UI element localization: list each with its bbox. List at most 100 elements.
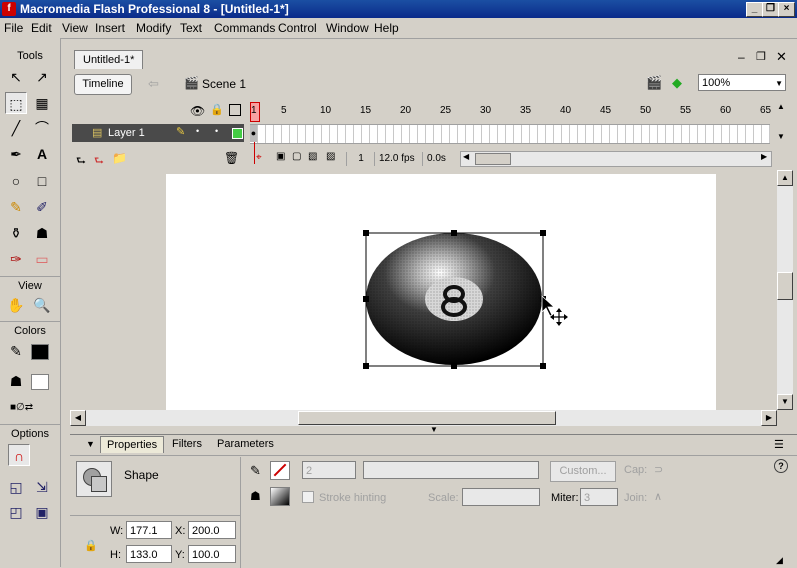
join-style-icon[interactable]: ∧ [654,490,662,503]
doc-restore-icon[interactable]: ❐ [756,50,766,63]
edit-symbols-icon[interactable]: ◆ [672,75,682,91]
menu-window[interactable]: Window [326,21,369,35]
timeline-toggle-button[interactable]: Timeline [74,74,132,95]
line-tool-icon[interactable]: ╱ [5,117,27,139]
scroll-left-icon[interactable]: ◀ [70,410,86,426]
menu-help[interactable]: Help [374,21,399,35]
menu-view[interactable]: View [62,21,88,35]
width-field[interactable]: 177.1 [126,521,172,539]
scale-icon[interactable]: ⇲ [31,476,53,498]
onion-outlines-icon[interactable]: ▢ [292,151,301,162]
envelope-icon[interactable]: ▣ [31,501,53,523]
insert-folder-icon[interactable]: 📁 [112,151,127,165]
pen-tool-icon[interactable]: ✒ [5,143,27,165]
fill-color-swatch[interactable] [31,374,49,390]
collapse-arrow-icon[interactable]: ▼ [86,439,95,449]
stroke-hinting-checkbox[interactable] [302,491,314,503]
edit-scene-icon[interactable]: 🎬 [646,75,662,91]
stroke-color-button[interactable] [270,461,290,480]
doc-minimize-icon[interactable]: – [738,50,745,64]
distort-icon[interactable]: ◰ [5,501,27,523]
resize-grip-icon[interactable]: ◢ [776,555,783,566]
ink-bottle-tool-icon[interactable]: ⚱ [5,222,27,244]
visible-dot-icon[interactable]: • [196,126,199,136]
rectangle-tool-icon[interactable]: □ [31,170,53,192]
keyframe[interactable]: ● [250,125,257,142]
timeline-scroll-thumb[interactable] [475,153,511,165]
vertical-scroll-thumb[interactable] [777,272,793,300]
fill-color-button[interactable] [270,487,290,506]
tab-properties[interactable]: Properties [100,436,165,453]
eyedropper-tool-icon[interactable]: ✑ [5,248,27,270]
stage[interactable] [166,174,716,410]
layer-color-icon[interactable] [232,128,243,139]
selection-tool-icon[interactable]: ↖ [5,66,27,88]
scale-select[interactable] [462,488,540,506]
gradient-transform-tool-icon[interactable]: ▦ [31,92,53,114]
swap-colors-icon[interactable]: ■∅⇄ [10,402,33,413]
doc-close-icon[interactable]: ✕ [776,49,787,65]
minimize-button[interactable]: _ [746,2,763,17]
x-field[interactable]: 200.0 [188,521,236,539]
insert-layer-icon[interactable]: ⮑ [76,152,86,171]
scroll-up-icon[interactable]: ▲ [777,102,785,111]
add-motion-guide-icon[interactable]: ⮑ [94,152,104,171]
menu-edit[interactable]: Edit [31,21,52,35]
delete-layer-icon[interactable]: 🗑 [224,151,239,165]
height-field[interactable]: 133.0 [126,545,172,563]
constrain-lock-icon[interactable]: 🔒 [84,539,98,552]
lasso-tool-icon[interactable]: ⌒ [31,117,53,139]
options-menu-icon[interactable]: ☰ [774,438,784,451]
stroke-height-field[interactable]: 2 [302,461,356,479]
zoom-select[interactable]: 100% ▼ [698,74,786,91]
modify-markers-icon[interactable]: ▨ [326,151,335,162]
tab-filters[interactable]: Filters [172,438,202,450]
eye-icon[interactable]: 👁 [190,104,205,118]
pencil-tool-icon[interactable]: ✎ [5,196,27,218]
stage-horizontal-scrollbar[interactable]: ◀ ▶ [70,410,777,426]
oval-tool-icon[interactable]: ○ [5,170,27,192]
menu-modify[interactable]: Modify [136,21,171,35]
outline-icon[interactable] [229,104,241,116]
layer-row[interactable]: ▤ Layer 1 ✎ • • [72,124,244,142]
eight-ball-shape[interactable] [366,233,542,365]
panel-collapse-icon[interactable]: ▼ [420,426,448,434]
scroll-down-icon[interactable]: ▼ [777,394,793,410]
edit-multiple-frames-icon[interactable]: ▧ [308,151,317,162]
menu-text[interactable]: Text [180,21,202,35]
frames-area[interactable]: 1 5 10 15 20 25 30 35 40 45 50 55 60 65 … [250,98,772,170]
stroke-style-select[interactable] [363,461,539,479]
paint-bucket-tool-icon[interactable]: ☗ [31,222,53,244]
layer-frames-row[interactable]: ● [250,124,770,144]
lock-icon[interactable]: 🔒 [210,103,224,116]
text-tool-icon[interactable]: A [31,143,53,165]
cap-style-icon[interactable]: ⊃ [654,463,663,476]
center-frame-icon[interactable]: ⌖ [256,152,262,163]
horizontal-scroll-thumb[interactable] [298,411,556,425]
menu-commands[interactable]: Commands [214,21,275,35]
brush-tool-icon[interactable]: ✐ [31,196,53,218]
scroll-up-icon[interactable]: ▲ [777,170,793,186]
stage-vertical-scrollbar[interactable]: ▲ ▼ [777,170,793,410]
help-icon[interactable]: ? [774,459,788,473]
scroll-right-icon[interactable]: ▶ [761,410,777,426]
y-field[interactable]: 100.0 [188,545,236,563]
menu-file[interactable]: File [4,21,23,35]
close-button[interactable]: × [778,2,795,17]
onion-skin-icon[interactable]: ▣ [276,151,285,162]
custom-stroke-button[interactable]: Custom... [550,461,616,482]
rotate-skew-icon[interactable]: ◱ [5,476,27,498]
restore-button[interactable]: ❐ [762,2,779,17]
tab-parameters[interactable]: Parameters [217,438,274,450]
zoom-tool-icon[interactable]: 🔍 [31,294,53,316]
menu-insert[interactable]: Insert [95,21,125,35]
timeline-vscroll[interactable]: ▲ ▼ [774,102,790,166]
document-tab[interactable]: Untitled-1* [74,50,144,69]
stroke-color-swatch[interactable] [31,344,49,360]
scroll-down-icon[interactable]: ▼ [777,132,785,141]
hand-tool-icon[interactable]: ✋ [5,294,27,316]
timeline-hscrollbar[interactable]: ◀ ▶ [460,151,772,167]
scroll-right-icon[interactable]: ▶ [761,152,767,161]
subselection-tool-icon[interactable]: ↗ [31,66,53,88]
eraser-tool-icon[interactable]: ▭ [31,248,53,270]
